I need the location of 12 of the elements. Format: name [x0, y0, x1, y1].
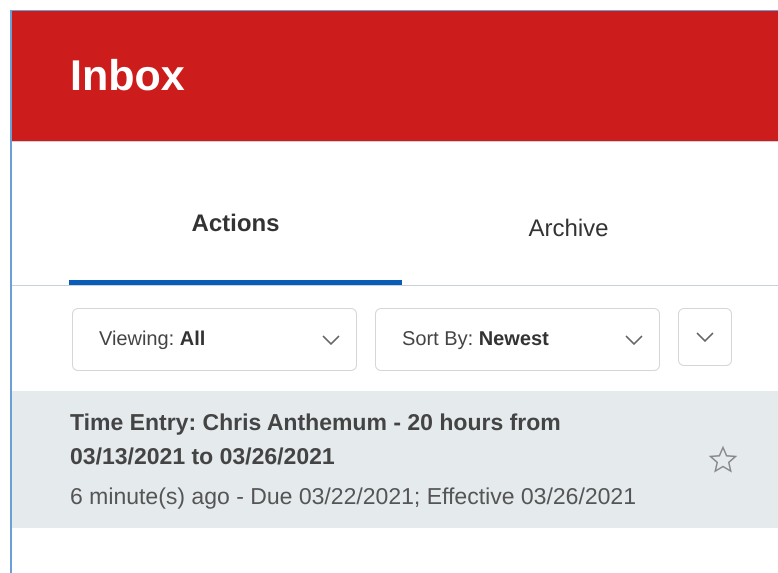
star-icon[interactable] [708, 444, 738, 474]
item-title: Time Entry: Chris Anthemum - 20 hours from 03/13/2021 to 03/26/2021 [70, 408, 562, 471]
page-title: Inbox [70, 52, 185, 100]
chevron-down-icon [322, 334, 340, 344]
tab[interactable]: Actions [69, 182, 402, 285]
item-details: 6 minute(s) ago - Due 03/22/2021; Effective 03/26/2021 [70, 482, 638, 511]
filter-dropdown[interactable]: Viewing: All [72, 308, 357, 371]
inbox-item[interactable]: Time Entry: Chris Anthemum - 20 hours from 03/13/2021 to 03/26/2021 6 minute(s) ago - Due 03/22/2021; Effective 03/26/2021 [12, 391, 778, 528]
chevron-down-icon [696, 332, 714, 342]
tab[interactable]: Archive [402, 182, 735, 285]
filter-dropdown[interactable]: Sort By: Newest [375, 308, 660, 371]
chevron-down-icon [625, 334, 643, 344]
